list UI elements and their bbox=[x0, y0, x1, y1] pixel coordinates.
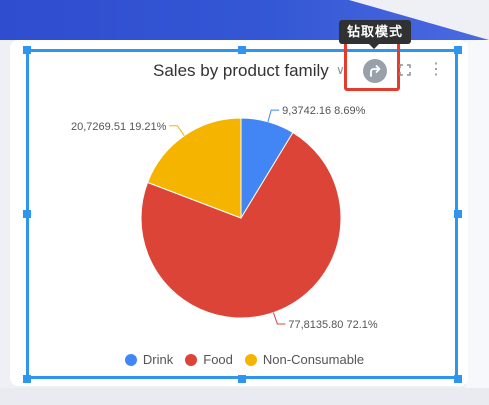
legend-swatch bbox=[185, 353, 198, 366]
legend-item-food[interactable]: Food bbox=[185, 352, 233, 367]
legend-item-drink[interactable]: Drink bbox=[124, 352, 174, 367]
chart-legend: Drink Food Non-Consumable bbox=[0, 352, 489, 367]
legend-label: Food bbox=[203, 352, 233, 367]
legend-label: Non-Consumable bbox=[262, 352, 365, 367]
pie-data-label: 77,8135.80 72.1% bbox=[288, 319, 378, 331]
pie-data-label: 9,3742.16 8.69% bbox=[282, 105, 365, 117]
legend-swatch bbox=[124, 353, 137, 366]
legend-item-non-consumable[interactable]: Non-Consumable bbox=[244, 352, 365, 367]
pie-chart: 9,3742.16 8.69% 77,8135.80 72.1% 20,7269.5… bbox=[71, 105, 378, 331]
pie-label-line bbox=[272, 312, 286, 325]
legend-label: Drink bbox=[142, 352, 174, 367]
pie-data-label: 20,7269.51 19.21% bbox=[71, 121, 167, 133]
pie-label-line bbox=[267, 109, 280, 122]
pie-label-line bbox=[169, 125, 185, 136]
legend-swatch bbox=[244, 353, 257, 366]
